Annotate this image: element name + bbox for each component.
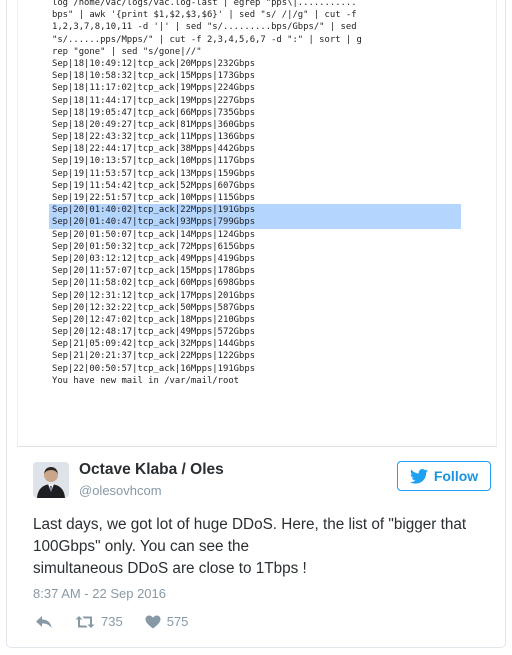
author-handle[interactable]: @olesovhcom — [79, 483, 162, 498]
terminal-line-highlighted: Sep|20|01:40:02|tcp_ack|22Mpps|191Gbps — [49, 204, 461, 217]
tweet-text-line: 100Gbps" only. You can see the — [33, 538, 250, 555]
terminal-line: Sep|18|10:49:12|tcp_ack|20Mpps|232Gbps — [52, 58, 256, 69]
terminal-line: Sep|20|12:32:22|tcp_ack|50Mpps|587Gbps — [52, 302, 256, 313]
terminal-line: Sep|19|10:13:57|tcp_ack|10Mpps|117Gbps — [52, 156, 256, 167]
terminal-line: Sep|20|11:58:02|tcp_ack|60Mpps|698Gbps — [52, 278, 256, 289]
terminal-output: log /home/vac/logs/vac.log-last | egrep … — [49, 0, 461, 387]
terminal-line: You have new mail in /var/mail/root — [52, 375, 240, 386]
terminal-line: bps" | awk '{print $1,$2,$3,$6}' | sed "… — [52, 10, 357, 21]
retweet-icon — [75, 615, 95, 628]
tweet-text-line: Last days, we got lot of huge DDoS. Here… — [33, 516, 467, 533]
terminal-line: Sep|20|01:50:32|tcp_ack|72Mpps|615Gbps — [52, 241, 256, 252]
terminal-line: Sep|18|19:05:47|tcp_ack|66Mpps|735Gbps — [52, 107, 256, 118]
tweet-text: Last days, we got lot of huge DDoS. Here… — [33, 514, 493, 580]
terminal-line: Sep|20|03:12:12|tcp_ack|49Mpps|419Gbps — [52, 253, 256, 264]
terminal-line: "s/......pps/Mpps/" | cut -f 2,3,4,5,6,7… — [52, 34, 362, 45]
terminal-line: Sep|18|11:44:17|tcp_ack|19Mpps|227Gbps — [52, 95, 256, 106]
terminal-line: Sep|19|22:51:57|tcp_ack|10Mpps|115Gbps — [52, 193, 256, 203]
terminal-line: Sep|22|00:50:57|tcp_ack|16Mpps|191Gbps — [52, 363, 256, 374]
terminal-line: Sep|20|12:48:17|tcp_ack|49Mpps|572Gbps — [52, 327, 256, 338]
terminal-screenshot[interactable]: log /home/vac/logs/vac.log-last | egrep … — [17, 0, 497, 447]
terminal-line: Sep|20|12:31:12|tcp_ack|17Mpps|201Gbps — [52, 290, 256, 301]
terminal-line: Sep|19|11:54:42|tcp_ack|52Mpps|607Gbps — [52, 180, 256, 191]
terminal-line: Sep|20|11:57:07|tcp_ack|15Mpps|178Gbps — [52, 266, 256, 277]
terminal-line: Sep|20|12:47:02|tcp_ack|18Mpps|210Gbps — [52, 314, 256, 325]
terminal-line: rep "gone" | sed "s/gone|//" — [52, 46, 202, 57]
retweet-button[interactable]: 735 — [75, 614, 123, 629]
avatar-photo-icon — [33, 462, 69, 498]
avatar[interactable] — [33, 462, 69, 498]
tweet-actions: 735 575 — [35, 614, 210, 629]
terminal-line: log /home/vac/logs/vac.log-last | egrep … — [52, 0, 357, 8]
terminal-line: Sep|19|11:53:57|tcp_ack|13Mpps|159Gbps — [52, 168, 256, 179]
follow-label: Follow — [433, 468, 479, 484]
retweet-count: 735 — [101, 614, 123, 629]
terminal-line: Sep|18|22:44:17|tcp_ack|38Mpps|442Gbps — [52, 144, 256, 155]
tweet-text-line: simultaneous DDoS are close to 1Tbps ! — [33, 560, 307, 577]
terminal-line: Sep|18|10:58:32|tcp_ack|15Mpps|173Gbps — [52, 71, 256, 82]
like-button[interactable]: 575 — [145, 614, 189, 629]
heart-icon — [145, 615, 161, 628]
like-count: 575 — [166, 614, 189, 629]
tweet-timestamp[interactable]: 8:37 AM - 22 Sep 2016 — [33, 586, 166, 601]
terminal-line: Sep|21|20:21:37|tcp_ack|22Mpps|122Gbps — [52, 351, 256, 362]
twitter-bird-icon — [409, 468, 428, 484]
terminal-line: Sep|18|11:17:02|tcp_ack|19Mpps|224Gbps — [52, 83, 256, 94]
terminal-line: Sep|18|22:43:32|tcp_ack|11Mpps|136Gbps — [52, 132, 256, 143]
terminal-line: Sep|20|01:50:07|tcp_ack|14Mpps|124Gbps — [52, 229, 256, 240]
reply-icon — [36, 615, 52, 628]
terminal-line: 1,2,3,7,8,10,11 -d '|' | sed "s/........… — [52, 22, 357, 33]
follow-button[interactable]: Follow — [397, 461, 491, 491]
terminal-line-highlighted: Sep|20|01:40:47|tcp_ack|93Mpps|799Gbps — [49, 216, 461, 229]
reply-button[interactable] — [35, 615, 53, 629]
author-name[interactable]: Octave Klaba / Oles — [79, 461, 224, 479]
terminal-line: Sep|18|20:49:27|tcp_ack|81Mpps|360Gbps — [52, 119, 256, 130]
tweet-card: log /home/vac/logs/vac.log-last | egrep … — [6, 0, 506, 648]
terminal-line: Sep|21|05:09:42|tcp_ack|32Mpps|144Gbps — [52, 339, 256, 350]
